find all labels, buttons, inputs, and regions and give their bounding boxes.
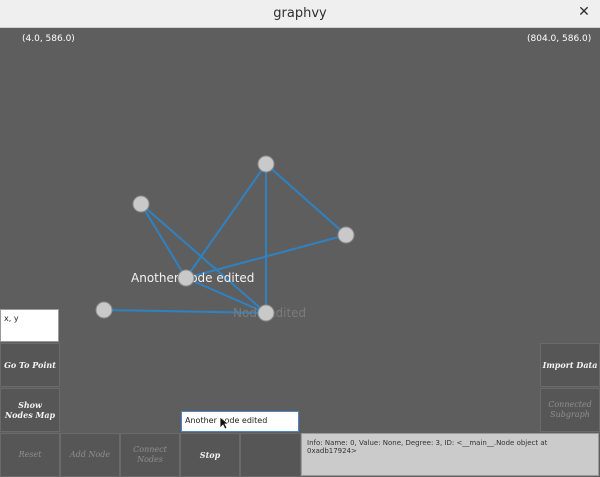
connect-nodes-button[interactable]: Connect Nodes <box>120 433 180 477</box>
graph-node[interactable] <box>132 195 150 213</box>
graph-node[interactable] <box>95 301 113 319</box>
stop-label: Stop <box>199 450 221 460</box>
import-data-label: Import Data <box>542 360 598 370</box>
graph-node[interactable] <box>257 304 275 322</box>
connected-subgraph-label: Connected Subgraph <box>548 400 592 419</box>
empty-button-slot <box>240 433 301 477</box>
reset-button[interactable]: Reset <box>0 433 60 477</box>
connect-nodes-label: Connect Nodes <box>133 445 167 464</box>
window-titlebar: graphvy ✕ <box>0 0 600 28</box>
connected-subgraph-button[interactable]: Connected Subgraph <box>540 388 600 432</box>
graph-node[interactable] <box>177 269 195 287</box>
graph-edge <box>185 163 267 279</box>
import-data-button[interactable]: Import Data <box>540 343 600 387</box>
graph-edge <box>140 203 187 279</box>
show-nodes-map-label: Show Nodes Map <box>4 400 56 420</box>
go-to-point-button[interactable]: Go To Point <box>0 343 60 387</box>
graph-canvas[interactable]: (4.0, 586.0) (804.0, 586.0) Another node… <box>0 28 600 477</box>
mouse-pointer-icon <box>219 416 229 430</box>
stop-button[interactable]: Stop <box>180 433 240 477</box>
reset-label: Reset <box>18 450 42 459</box>
graph-edge <box>140 203 267 314</box>
graph-edge <box>265 163 347 236</box>
go-to-point-label: Go To Point <box>4 360 56 370</box>
close-icon[interactable]: ✕ <box>576 4 592 22</box>
graph-node[interactable] <box>257 155 275 173</box>
add-node-label: Add Node <box>69 450 111 459</box>
node-info-panel: Info: Name: 0, Value: None, Degree: 3, I… <box>301 433 599 476</box>
add-node-button[interactable]: Add Node <box>60 433 120 477</box>
coordinate-input[interactable]: x, y <box>0 309 59 342</box>
graph-view[interactable]: Another node edited Node edited <box>0 28 600 477</box>
window-title: graphvy <box>273 6 327 21</box>
node-name-input[interactable]: Another node edited <box>181 411 299 432</box>
graph-node[interactable] <box>337 226 355 244</box>
show-nodes-map-button[interactable]: Show Nodes Map <box>0 388 60 432</box>
